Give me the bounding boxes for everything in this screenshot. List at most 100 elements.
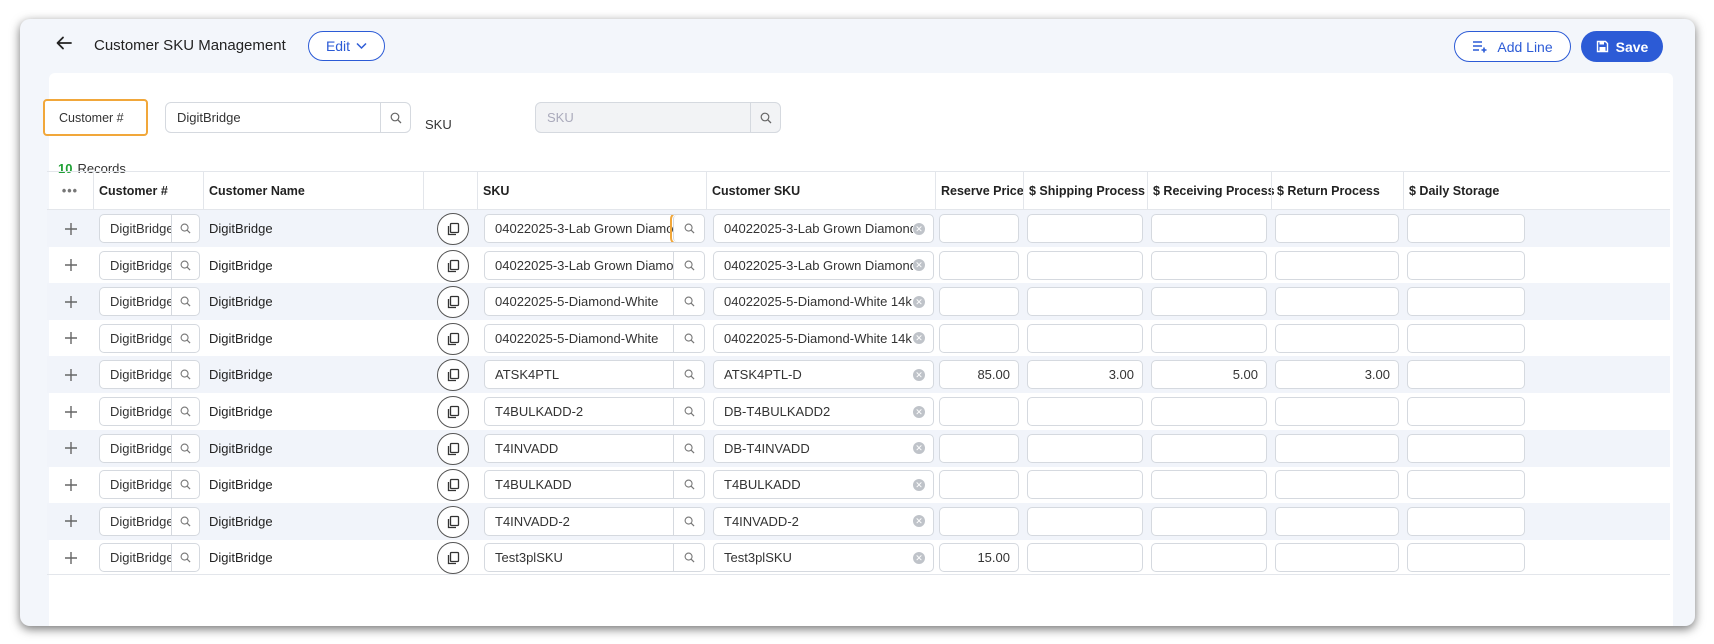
row-sku-input[interactable]: 04022025-3-Lab Grown Diamond xyxy=(484,214,705,243)
row-customer-sku-input[interactable]: DB-T4INVADD ✕ xyxy=(713,433,934,463)
copy-row-button[interactable] xyxy=(437,322,469,355)
clear-icon[interactable]: ✕ xyxy=(913,515,925,528)
row-sku-search-button[interactable] xyxy=(673,324,704,352)
column-customer-no[interactable]: Customer # xyxy=(93,172,203,210)
row-shipping-input[interactable] xyxy=(1027,287,1143,317)
row-reserve-price-input[interactable] xyxy=(939,214,1019,243)
row-reserve-price-input[interactable]: 85.00 xyxy=(939,360,1019,390)
row-customer-input[interactable]: DigitBridge xyxy=(99,323,200,353)
row-sku-search-button[interactable] xyxy=(673,544,704,572)
row-receiving-input[interactable] xyxy=(1151,506,1267,536)
column-customer-sku[interactable]: Customer SKU xyxy=(706,172,935,210)
row-customer-input[interactable]: DigitBridge xyxy=(99,214,200,243)
row-return-input[interactable] xyxy=(1275,506,1399,536)
row-return-input[interactable] xyxy=(1275,397,1399,426)
row-customer-search-button[interactable] xyxy=(170,215,199,242)
clear-icon[interactable]: ✕ xyxy=(913,442,925,455)
row-daily-storage-input[interactable] xyxy=(1407,250,1525,280)
row-customer-search-button[interactable] xyxy=(170,398,199,425)
sku-search-input[interactable]: SKU xyxy=(535,102,781,133)
row-receiving-input[interactable]: 5.00 xyxy=(1151,360,1267,390)
clear-icon[interactable]: ✕ xyxy=(913,222,925,235)
column-return-process[interactable]: $ Return Process xyxy=(1271,172,1403,210)
edit-button[interactable]: Edit xyxy=(308,31,385,61)
row-reserve-price-input[interactable] xyxy=(939,323,1019,353)
row-sku-input[interactable]: T4INVADD-2 xyxy=(484,506,705,536)
row-sku-input[interactable]: T4BULKADD-2 xyxy=(484,397,705,426)
clear-icon[interactable]: ✕ xyxy=(913,405,925,418)
row-reserve-price-input[interactable] xyxy=(939,287,1019,317)
row-sku-input[interactable]: 04022025-5-Diamond-White xyxy=(484,287,705,317)
row-customer-search-button[interactable] xyxy=(170,507,199,535)
row-receiving-input[interactable] xyxy=(1151,323,1267,353)
row-customer-input[interactable]: DigitBridge xyxy=(99,287,200,317)
copy-row-button[interactable] xyxy=(437,213,469,245)
row-customer-input[interactable]: DigitBridge xyxy=(99,397,200,426)
row-reserve-price-input[interactable] xyxy=(939,250,1019,280)
row-daily-storage-input[interactable] xyxy=(1407,287,1525,317)
row-reserve-price-input[interactable] xyxy=(939,470,1019,500)
add-row-button[interactable] xyxy=(61,210,81,247)
row-receiving-input[interactable] xyxy=(1151,433,1267,463)
row-shipping-input[interactable] xyxy=(1027,470,1143,500)
row-return-input[interactable] xyxy=(1275,250,1399,280)
clear-icon[interactable]: ✕ xyxy=(913,368,925,381)
row-customer-input[interactable]: DigitBridge xyxy=(99,470,200,500)
row-receiving-input[interactable] xyxy=(1151,470,1267,500)
add-row-button[interactable] xyxy=(61,393,81,430)
clear-icon[interactable]: ✕ xyxy=(913,259,925,272)
row-customer-sku-input[interactable]: 04022025-3-Lab Grown Diamond ✕ xyxy=(713,214,934,243)
row-sku-input[interactable]: ATSK4PTL xyxy=(484,360,705,390)
row-return-input[interactable]: 3.00 xyxy=(1275,360,1399,390)
row-return-input[interactable] xyxy=(1275,287,1399,317)
clear-icon[interactable]: ✕ xyxy=(913,478,925,491)
add-row-button[interactable] xyxy=(61,283,81,320)
row-sku-search-button[interactable] xyxy=(673,434,704,462)
copy-row-button[interactable] xyxy=(437,542,469,575)
copy-row-button[interactable] xyxy=(437,249,469,282)
row-reserve-price-input[interactable]: 15.00 xyxy=(939,543,1019,573)
row-customer-input[interactable]: DigitBridge xyxy=(99,360,200,390)
column-customer-name[interactable]: Customer Name xyxy=(203,172,423,210)
row-return-input[interactable] xyxy=(1275,433,1399,463)
row-sku-input[interactable]: Test3plSKU xyxy=(484,543,705,573)
row-customer-search-button[interactable] xyxy=(170,288,199,316)
copy-row-button[interactable] xyxy=(437,359,469,392)
add-row-button[interactable] xyxy=(61,539,81,576)
customer-search-input[interactable]: DigitBridge xyxy=(165,102,411,133)
row-customer-search-button[interactable] xyxy=(170,251,199,279)
copy-row-button[interactable] xyxy=(437,432,469,465)
row-shipping-input[interactable]: 3.00 xyxy=(1027,360,1143,390)
row-customer-sku-input[interactable]: T4BULKADD ✕ xyxy=(713,470,934,500)
row-return-input[interactable] xyxy=(1275,214,1399,243)
row-reserve-price-input[interactable] xyxy=(939,433,1019,463)
add-row-button[interactable] xyxy=(61,503,81,540)
row-sku-input[interactable]: 04022025-5-Diamond-White xyxy=(484,323,705,353)
add-row-button[interactable] xyxy=(61,247,81,284)
row-daily-storage-input[interactable] xyxy=(1407,433,1525,463)
row-reserve-price-input[interactable] xyxy=(939,506,1019,536)
row-reserve-price-input[interactable] xyxy=(939,397,1019,426)
row-shipping-input[interactable] xyxy=(1027,506,1143,536)
row-shipping-input[interactable] xyxy=(1027,433,1143,463)
column-daily-storage[interactable]: $ Daily Storage xyxy=(1403,172,1523,210)
row-sku-input[interactable]: T4INVADD xyxy=(484,433,705,463)
back-button[interactable] xyxy=(52,31,76,55)
row-shipping-input[interactable] xyxy=(1027,323,1143,353)
row-customer-input[interactable]: DigitBridge xyxy=(99,250,200,280)
clear-icon[interactable]: ✕ xyxy=(913,332,925,345)
add-row-button[interactable] xyxy=(61,356,81,393)
row-customer-sku-input[interactable]: DB-T4BULKADD2 ✕ xyxy=(713,397,934,426)
row-daily-storage-input[interactable] xyxy=(1407,470,1525,500)
copy-row-button[interactable] xyxy=(437,396,469,428)
row-customer-search-button[interactable] xyxy=(170,544,199,572)
row-customer-search-button[interactable] xyxy=(170,434,199,462)
row-receiving-input[interactable] xyxy=(1151,543,1267,573)
row-customer-sku-input[interactable]: 04022025-5-Diamond-White 14k ✕ xyxy=(713,287,934,317)
row-shipping-input[interactable] xyxy=(1027,543,1143,573)
row-customer-sku-input[interactable]: 04022025-5-Diamond-White 14k ✕ xyxy=(713,323,934,353)
row-customer-sku-input[interactable]: T4INVADD-2 ✕ xyxy=(713,506,934,536)
row-receiving-input[interactable] xyxy=(1151,287,1267,317)
row-daily-storage-input[interactable] xyxy=(1407,397,1525,426)
row-sku-search-button[interactable] xyxy=(670,215,704,242)
